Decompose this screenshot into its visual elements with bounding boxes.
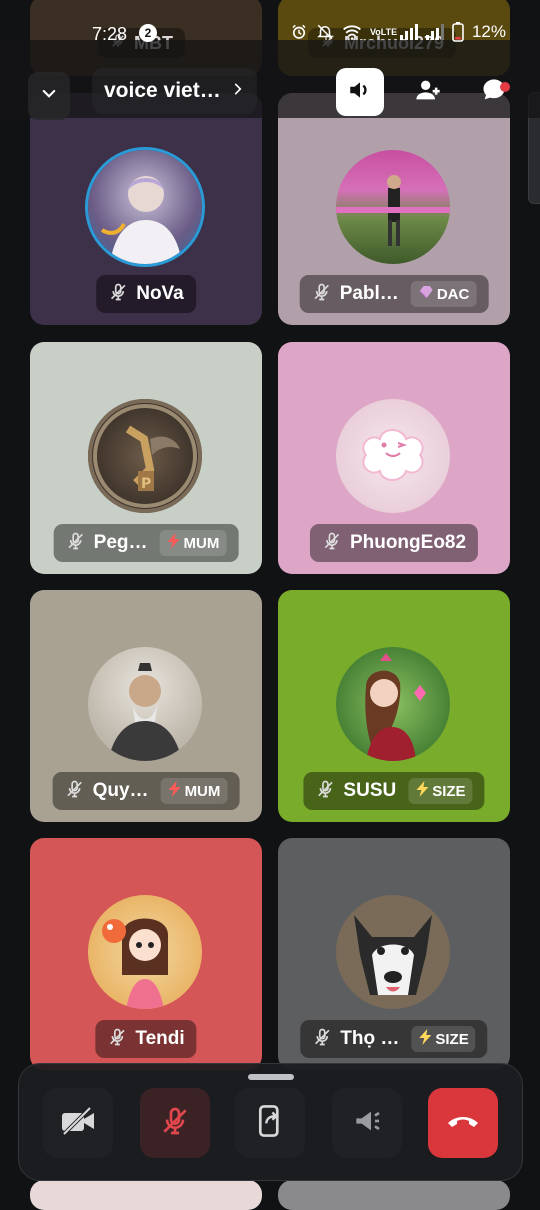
alarm-icon <box>290 23 308 41</box>
lightning-icon <box>418 1029 432 1049</box>
battery-icon <box>452 22 464 42</box>
participant-tile-quy[interactable]: Quy… MUM <box>30 590 262 822</box>
channel-title: voice viet… <box>104 79 221 102</box>
server-tag-label: DAC <box>436 285 470 303</box>
server-tag: SIZE <box>408 778 473 804</box>
avatar <box>336 895 450 1009</box>
server-tag-label: SIZE <box>435 1030 469 1048</box>
signal-icon-2 <box>425 24 444 40</box>
participant-tile-tho[interactable]: Thọ … SIZE <box>278 838 510 1070</box>
mic-muted-icon <box>312 1027 332 1052</box>
participant-tile-pabl[interactable]: Pabl… DAC <box>278 93 510 325</box>
wifi-icon <box>342 23 362 41</box>
avatar <box>88 647 202 761</box>
battery-percent: 12% <box>471 22 506 41</box>
status-time: 7:28 <box>92 24 128 44</box>
microphone-toggle-button[interactable] <box>140 1088 210 1158</box>
megaphone-icon <box>351 1105 383 1142</box>
nameplate: Thọ … SIZE <box>300 1020 488 1058</box>
mic-muted-icon <box>66 531 86 556</box>
svg-text:P: P <box>141 476 151 492</box>
participant-name: SUSU <box>343 780 397 801</box>
mute-bell-icon <box>316 23 334 41</box>
server-tag-label: SIZE <box>432 782 466 800</box>
notification-count-badge: 2 <box>139 24 157 42</box>
signal-icon <box>399 24 418 40</box>
nameplate: Quy… MUM <box>52 772 240 810</box>
participant-tile-phuongeo82[interactable]: PhuongEo82 <box>278 342 510 574</box>
participant-tile-tendi[interactable]: Tendi <box>30 838 262 1070</box>
invite-button[interactable] <box>404 68 452 116</box>
chevron-right-icon <box>231 81 245 102</box>
collapse-button[interactable] <box>28 72 70 120</box>
participant-tile-peg[interactable]: P Peg… MUM <box>30 342 262 574</box>
peek-tile-bottom-right <box>278 1180 510 1210</box>
participant-tile-nova[interactable]: NoVa <box>30 93 262 325</box>
avatar <box>336 399 450 513</box>
speaker-icon <box>347 77 373 108</box>
chevron-down-icon <box>40 85 58 108</box>
participant-name: NoVa <box>136 283 184 304</box>
end-call-button[interactable] <box>428 1088 498 1158</box>
hang-up-icon <box>446 1111 480 1136</box>
participant-name: Peg… <box>93 532 148 553</box>
drawer-handle[interactable] <box>248 1074 294 1080</box>
mic-muted-icon <box>312 282 332 307</box>
participant-name: PhuongEo82 <box>349 532 467 553</box>
participant-tile-susu[interactable]: SUSU SIZE <box>278 590 510 822</box>
lightning-icon <box>168 781 182 801</box>
add-user-icon <box>414 76 442 109</box>
soundboard-button[interactable] <box>332 1088 402 1158</box>
server-tag: SIZE <box>411 1026 476 1052</box>
avatar <box>336 647 450 761</box>
status-icons: VoLTE 12% <box>290 22 506 42</box>
nameplate: PhuongEo82 <box>309 524 479 562</box>
channel-title-button[interactable]: voice viet… <box>92 68 257 114</box>
server-tag: MUM <box>160 778 228 804</box>
chat-button[interactable] <box>470 68 518 116</box>
mic-muted-icon <box>315 779 335 804</box>
gem-icon <box>418 285 434 303</box>
status-bar: 7:28 2 VoLTE 12% <box>0 0 540 44</box>
avatar: P <box>88 399 202 513</box>
nameplate: Tendi <box>95 1020 197 1058</box>
nameplate: NoVa <box>96 275 196 313</box>
server-tag: DAC <box>410 281 477 307</box>
participant-name: Tendi <box>135 1028 185 1049</box>
nameplate: Peg… MUM <box>53 524 239 562</box>
nameplate: Pabl… DAC <box>299 275 489 313</box>
unread-dot <box>500 82 510 92</box>
mic-muted-icon <box>108 282 128 307</box>
camera-toggle-button[interactable] <box>43 1088 113 1158</box>
server-tag-label: MUM <box>184 782 221 800</box>
participant-name: Pabl… <box>339 283 399 304</box>
chat-bubble-icon <box>480 76 508 109</box>
server-tag: MUM <box>159 530 227 556</box>
participant-name: Quy… <box>92 780 149 801</box>
mic-muted-icon <box>107 1027 127 1052</box>
mic-off-icon <box>159 1105 191 1142</box>
call-controls <box>18 1063 523 1181</box>
avatar <box>336 150 450 264</box>
volte-label: VoLTE <box>369 26 398 37</box>
mic-muted-icon <box>322 531 342 556</box>
nameplate: SUSU SIZE <box>303 772 485 810</box>
server-tag-label: MUM <box>183 534 220 552</box>
peek-tile-bottom-left <box>30 1180 262 1210</box>
call-header: voice viet… <box>0 40 540 120</box>
screen-share-button[interactable] <box>235 1088 305 1158</box>
speaker-toggle-button[interactable] <box>336 68 384 116</box>
lightning-icon <box>415 781 429 801</box>
avatar <box>88 150 202 264</box>
camera-off-icon <box>60 1106 96 1141</box>
lightning-icon <box>167 533 181 553</box>
mic-muted-icon <box>65 779 85 804</box>
avatar <box>88 895 202 1009</box>
participant-name: Thọ … <box>340 1028 400 1049</box>
phone-share-icon <box>255 1104 285 1143</box>
